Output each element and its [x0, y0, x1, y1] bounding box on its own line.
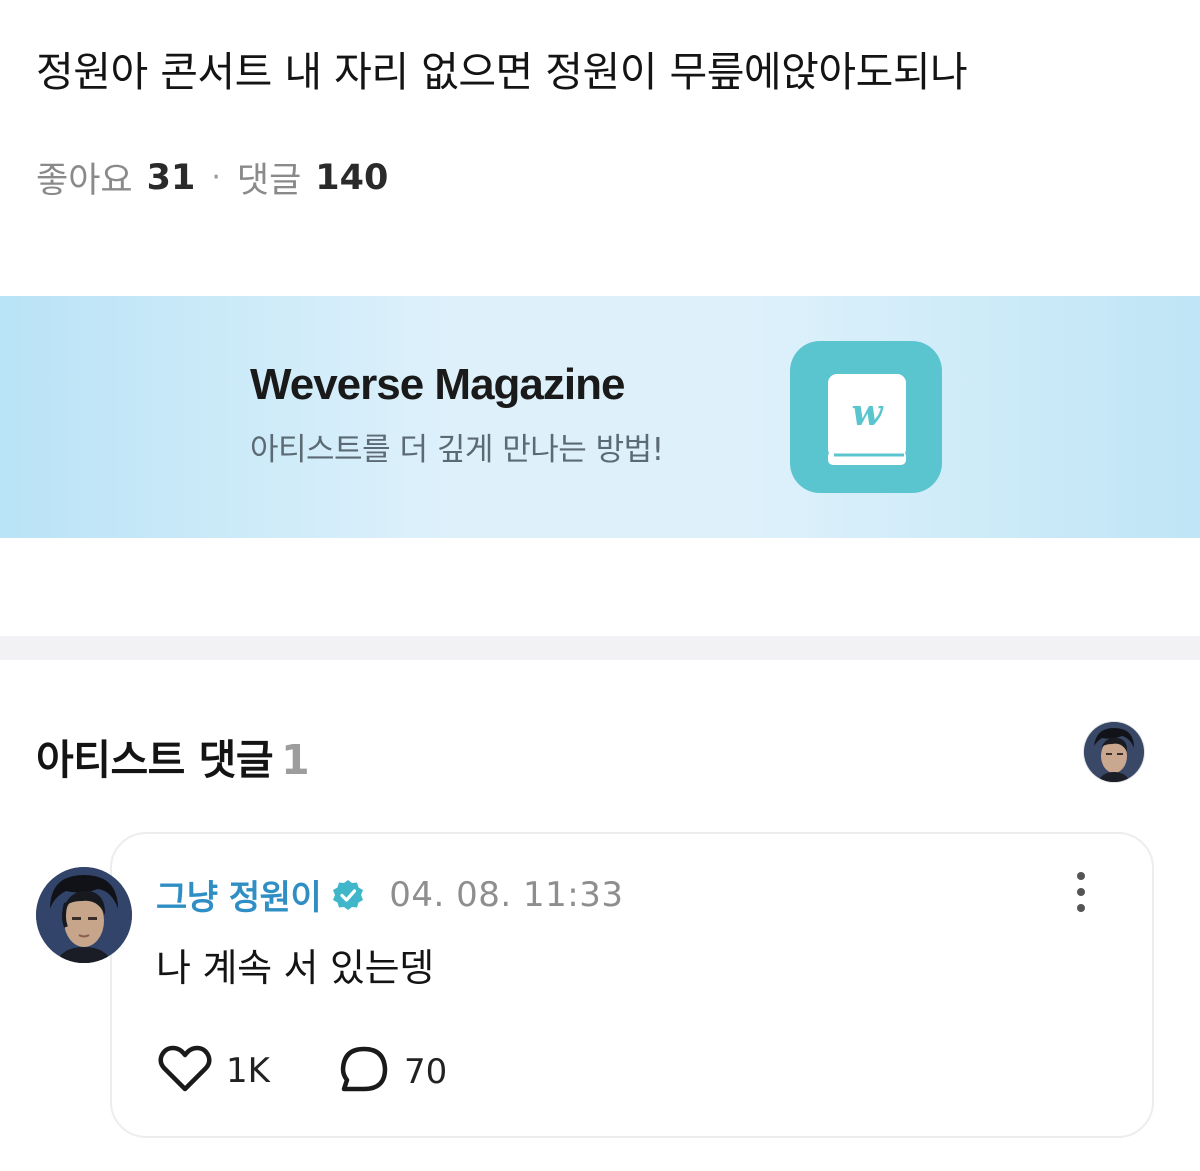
comments-count[interactable]: 140 [315, 158, 388, 198]
banner-title: Weverse Magazine [250, 360, 625, 409]
comment-body: 나 계속 서 있는뎅 [156, 946, 434, 990]
comment-like-count: 1K [226, 1051, 270, 1091]
weverse-magazine-banner[interactable]: Weverse Magazine 아티스트를 더 깊게 만나는 방법! w [0, 296, 1200, 538]
section-divider [0, 636, 1200, 660]
banner-subtitle: 아티스트를 더 깊게 만나는 방법! [250, 432, 664, 468]
weverse-magazine-book-icon: w [790, 341, 942, 493]
heart-icon [158, 1045, 212, 1097]
comment-author-name[interactable]: 그냥 정원이 [156, 870, 322, 919]
comment-reply-button[interactable]: 70 [338, 1045, 447, 1099]
speech-bubble-icon [338, 1045, 390, 1099]
artist-comments-count: 1 [281, 736, 310, 784]
banner-icon-letter: w [852, 392, 885, 434]
comment-author-row: 그냥 정원이 04. 08. 11:33 [156, 870, 624, 919]
stats-separator: · [211, 160, 221, 195]
artist-comments-heading: 아티스트 댓글 1 [36, 726, 310, 786]
comment-reply-count: 70 [404, 1052, 448, 1092]
comment-author-avatar[interactable] [36, 867, 132, 963]
likes-count[interactable]: 31 [147, 158, 196, 198]
likes-label: 좋아요 [36, 161, 133, 201]
post-title: 정원아 콘서트 내 자리 없으면 정원이 무릎에앉아도되나 [36, 48, 968, 96]
more-options-icon[interactable] [1068, 870, 1094, 914]
post-stats: 좋아요 31 · 댓글 140 [36, 152, 388, 203]
post-page: 정원아 콘서트 내 자리 없으면 정원이 무릎에앉아도되나 좋아요 31 · 댓… [0, 0, 1200, 1171]
comment-like-button[interactable]: 1K [158, 1045, 270, 1097]
artist-avatar[interactable] [1083, 721, 1145, 783]
verified-badge-icon [331, 878, 365, 912]
artist-comments-title: 아티스트 댓글 [36, 736, 274, 784]
comment-timestamp: 04. 08. 11:33 [389, 874, 624, 915]
comments-label: 댓글 [236, 161, 302, 201]
